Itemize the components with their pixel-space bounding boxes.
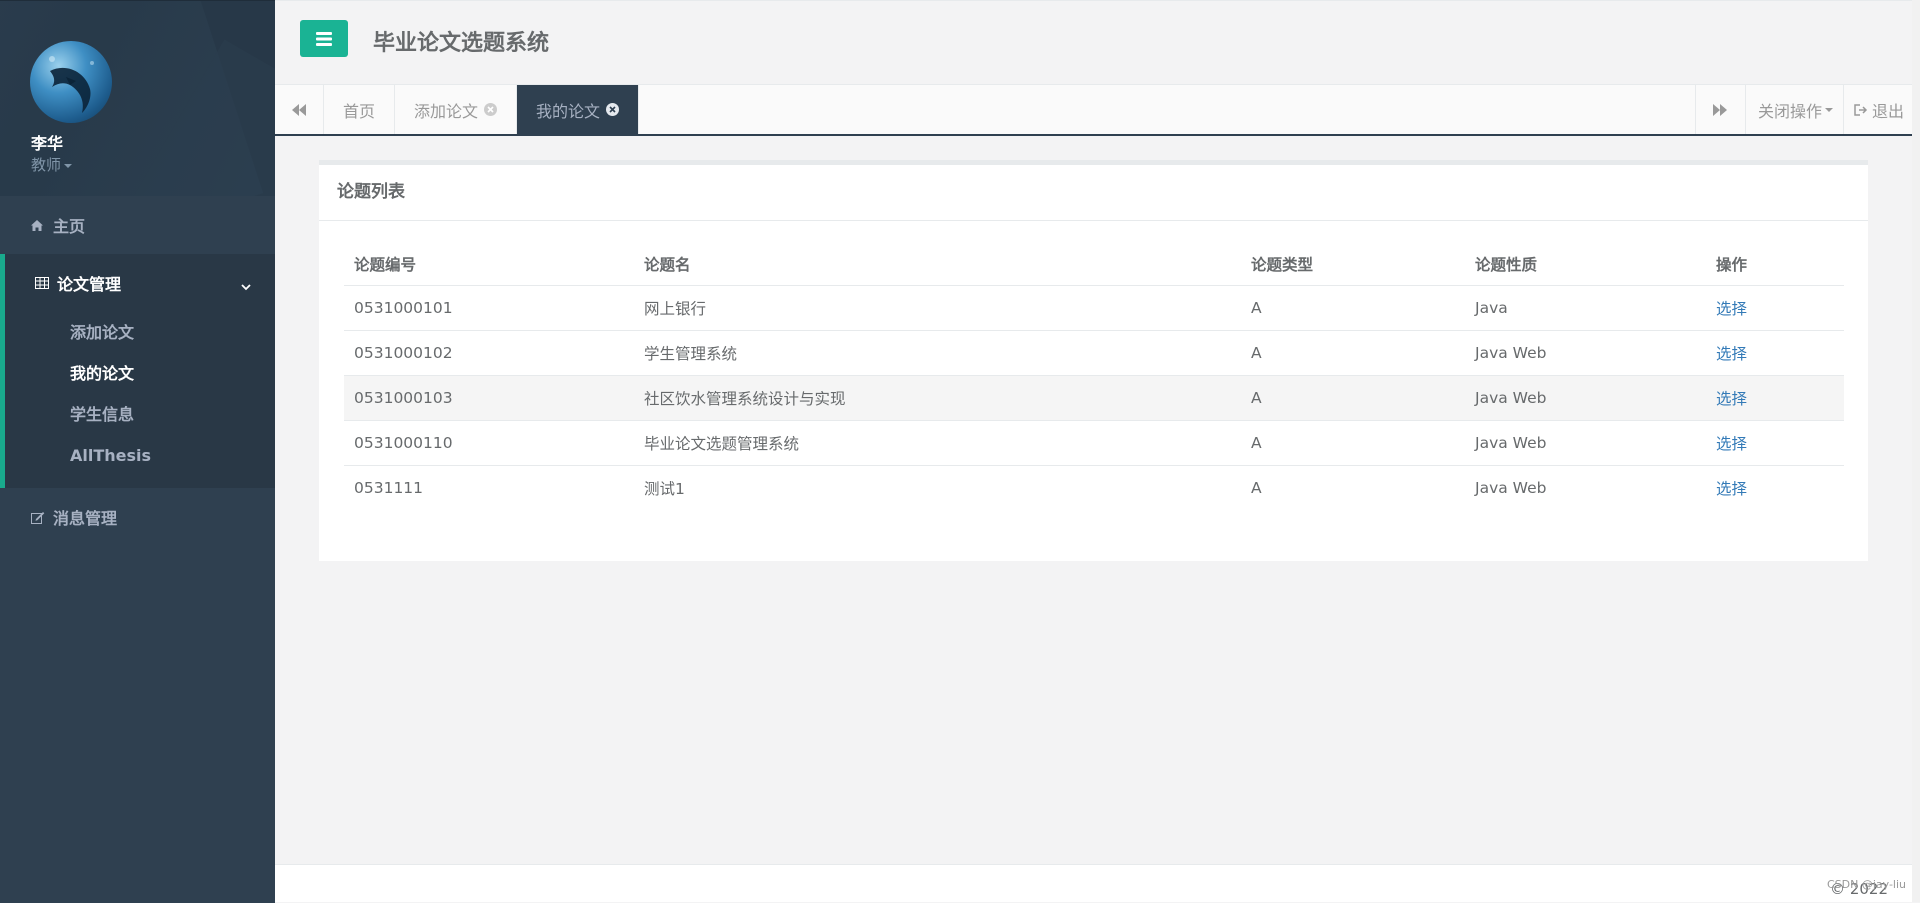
cell-action: 选择 (1706, 375, 1844, 421)
table-header-row: 论题编号 论题名 论题类型 论题性质 操作 (344, 243, 1844, 286)
column-header-nature: 论题性质 (1465, 243, 1706, 286)
tabs-scroll-right-button[interactable] (1694, 85, 1745, 134)
menu-toggle-button[interactable] (300, 20, 348, 57)
cell-name: 测试1 (634, 465, 1241, 510)
tabs: 首页 添加论文 我的论文 (324, 85, 640, 134)
cell-nature: Java Web (1465, 375, 1706, 421)
panel-title: 论题列表 (319, 165, 1868, 221)
sidebar-item-messages-label: 消息管理 (53, 509, 118, 528)
avatar[interactable] (30, 41, 112, 123)
caret-down-icon (64, 163, 73, 168)
sidebar-item-home[interactable]: 主页 (0, 196, 275, 254)
watermark: CSDN @jay-liu (1826, 878, 1906, 891)
thesis-list-panel: 论题列表 论题编号 论题名 论题类型 论题性质 操作 0531000101 网上… (319, 160, 1868, 561)
cell-action: 选择 (1706, 465, 1844, 510)
cell-type: A (1241, 420, 1465, 466)
sidebar-item-messages[interactable]: 消息管理 (0, 488, 275, 546)
cell-action: 选择 (1706, 420, 1844, 466)
app-title: 毕业论文选题系统 (373, 31, 550, 56)
table-row: 0531000101 网上银行 A Java 选择 (344, 285, 1844, 331)
backward-icon (292, 103, 306, 116)
user-name: 李华 (31, 134, 64, 153)
close-icon[interactable] (484, 103, 498, 116)
sidebar: 李华 教师 主页 论文管理 添加论文 我的论文 学生信息 AllThesis 消… (0, 0, 275, 903)
cell-id: 0531111 (344, 465, 634, 510)
tab-home-label: 首页 (343, 101, 376, 121)
home-icon (31, 219, 45, 231)
cell-type: A (1241, 285, 1465, 331)
logout-label: 退出 (1871, 101, 1904, 121)
sidebar-item-thesis-management[interactable]: 论文管理 (5, 254, 275, 312)
edit-icon (31, 511, 45, 524)
user-role-label: 教师 (31, 156, 62, 174)
column-header-action: 操作 (1706, 243, 1844, 286)
sidebar-item-home-label: 主页 (53, 217, 86, 236)
close-operations-dropdown[interactable]: 关闭操作 (1744, 85, 1843, 134)
table-row: 0531000103 社区饮水管理系统设计与实现 A Java Web 选择 (344, 375, 1844, 421)
select-link[interactable]: 选择 (1716, 300, 1747, 318)
cell-name: 学生管理系统 (634, 330, 1241, 376)
sidebar-submenu: 添加论文 我的论文 学生信息 AllThesis (5, 312, 275, 488)
cell-name: 毕业论文选题管理系统 (634, 420, 1241, 466)
cell-type: A (1241, 375, 1465, 421)
close-icon[interactable] (606, 103, 620, 116)
vertical-scrollbar[interactable] (1912, 0, 1920, 902)
table-icon (35, 277, 49, 289)
sidebar-item-student-info[interactable]: 学生信息 (5, 394, 275, 435)
cell-type: A (1241, 465, 1465, 510)
close-operations-label: 关闭操作 (1757, 101, 1822, 121)
column-header-name: 论题名 (634, 243, 1241, 286)
caret-down-icon (1824, 107, 1833, 112)
sidebar-item-all-thesis[interactable]: AllThesis (5, 435, 275, 476)
thesis-table: 论题编号 论题名 论题类型 论题性质 操作 0531000101 网上银行 A … (344, 243, 1844, 510)
select-link[interactable]: 选择 (1716, 435, 1747, 453)
tabs-scroll-left-button[interactable] (275, 85, 324, 134)
cell-id: 0531000101 (344, 285, 634, 331)
sidebar-item-thesis-label: 论文管理 (57, 275, 122, 294)
dolphin-icon (49, 56, 94, 113)
sidebar-item-add-thesis[interactable]: 添加论文 (5, 312, 275, 353)
top-bar: 毕业论文选题系统 (275, 0, 1920, 85)
table-row: 0531000102 学生管理系统 A Java Web 选择 (344, 330, 1844, 376)
footer: © 2022 CSDN @jay-liu (275, 864, 1920, 902)
chevron-down-icon (241, 276, 251, 295)
sign-out-icon (1854, 103, 1868, 116)
hamburger-icon (316, 31, 332, 46)
cell-nature: Java Web (1465, 420, 1706, 466)
cell-id: 0531000110 (344, 420, 634, 466)
cell-nature: Java (1465, 285, 1706, 331)
select-link[interactable]: 选择 (1716, 345, 1747, 363)
column-header-type: 论题类型 (1241, 243, 1465, 286)
table-row: 0531111 测试1 A Java Web 选择 (344, 465, 1844, 510)
cell-id: 0531000102 (344, 330, 634, 376)
tab-home[interactable]: 首页 (324, 85, 396, 134)
cell-type: A (1241, 330, 1465, 376)
tab-strip: 首页 添加论文 我的论文 关闭操作 退出 (275, 84, 1920, 136)
tab-my-thesis[interactable]: 我的论文 (517, 85, 640, 134)
select-link[interactable]: 选择 (1716, 480, 1747, 498)
profile-header: 李华 教师 (0, 1, 275, 196)
cell-nature: Java Web (1465, 330, 1706, 376)
sidebar-group-thesis: 论文管理 添加论文 我的论文 学生信息 AllThesis (0, 254, 275, 488)
cell-action: 选择 (1706, 330, 1844, 376)
cell-id: 0531000103 (344, 375, 634, 421)
cell-nature: Java Web (1465, 465, 1706, 510)
select-link[interactable]: 选择 (1716, 390, 1747, 408)
user-role-dropdown[interactable]: 教师 (31, 154, 73, 175)
tab-add-thesis-label: 添加论文 (414, 101, 479, 121)
forward-icon (1713, 103, 1728, 116)
tab-actions: 关闭操作 退出 (1694, 85, 1920, 134)
column-header-id: 论题编号 (344, 243, 634, 286)
cell-name: 社区饮水管理系统设计与实现 (634, 375, 1241, 421)
table-row: 0531000110 毕业论文选题管理系统 A Java Web 选择 (344, 420, 1844, 466)
sidebar-item-my-thesis[interactable]: 我的论文 (5, 353, 275, 394)
cell-action: 选择 (1706, 285, 1844, 331)
logout-button[interactable]: 退出 (1842, 85, 1920, 134)
tab-my-thesis-label: 我的论文 (536, 101, 601, 121)
cell-name: 网上银行 (634, 285, 1241, 331)
tab-add-thesis[interactable]: 添加论文 (395, 85, 518, 134)
